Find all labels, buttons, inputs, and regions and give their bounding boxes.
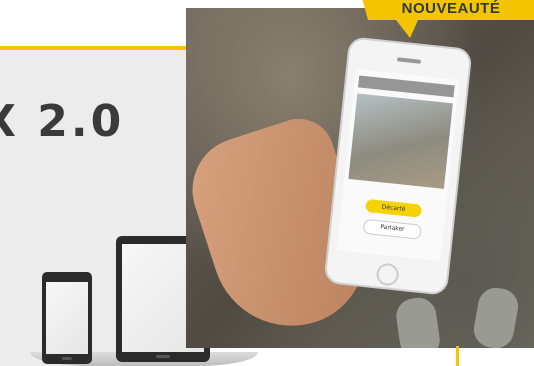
app-preview-image: [348, 93, 453, 189]
shoe-image: [394, 295, 442, 348]
phone-home-button-icon: [62, 357, 72, 360]
badge-label: NOUVEAUTÉ: [401, 0, 501, 17]
speaker-icon: [396, 57, 422, 64]
accent-line-bottom: [456, 346, 459, 366]
hero-photo: Décarté Parlaker: [186, 8, 534, 348]
phone-illustration: [42, 272, 92, 364]
product-title: X 2.0: [0, 96, 125, 147]
phone-illustration-screen: [46, 282, 88, 354]
shoe-image: [471, 284, 521, 348]
app-primary-button[interactable]: Décarté: [365, 198, 423, 218]
new-badge: NOUVEAUTÉ: [352, 0, 534, 38]
app-secondary-button[interactable]: Parlaker: [362, 218, 422, 240]
tablet-home-button-icon: [156, 355, 170, 358]
smartphone-mockup: Décarté Parlaker: [323, 36, 473, 296]
app-screen: Décarté Parlaker: [336, 69, 460, 261]
home-button-icon: [375, 262, 400, 287]
